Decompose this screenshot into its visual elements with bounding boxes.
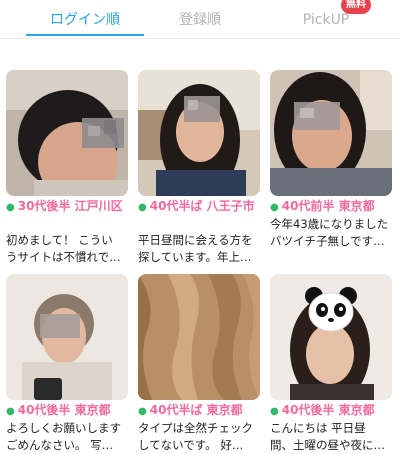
profile-photo[interactable] — [138, 70, 260, 196]
profile-photo[interactable] — [6, 274, 128, 400]
profile-bio-line: してないです。 好… — [138, 438, 244, 452]
active-tab-indicator — [26, 34, 144, 36]
profile-age-location: ● 30代後半 江戸川区 — [6, 199, 123, 213]
online-status-icon: ● — [270, 406, 279, 417]
tab-bar: ログイン順 登録順 PickUP 無料 — [0, 0, 400, 40]
tab-login-order[interactable]: ログイン順 — [26, 8, 144, 32]
profile-age-location: ● 40代半ば 東京都 — [138, 403, 243, 417]
profile-bio-line: 初めまして！ こうい — [6, 233, 113, 247]
profile-bio-line: ごめんなさい。 写… — [6, 438, 114, 452]
profile-bio-line: バツイチ子無しです… — [270, 234, 385, 248]
profile-bio-line: 今年43歳になりました — [270, 217, 389, 231]
profile-age-location: ● 40代半ば 八王子市 — [138, 199, 255, 213]
free-badge: 無料 — [341, 0, 371, 14]
online-status-icon: ● — [270, 202, 279, 213]
online-status-icon: ● — [138, 406, 147, 417]
profile-bio-line: よろしくお願いします — [6, 421, 121, 435]
profile-bio-line: 間、土曜の昼や夜に… — [270, 438, 385, 452]
profile-bio-line: 平日昼間に会える方を — [138, 233, 253, 247]
tab-divider — [0, 38, 400, 39]
tab-registration-order[interactable]: 登録順 — [150, 8, 250, 32]
profile-photo[interactable] — [270, 274, 392, 400]
profile-bio-line: こんにちは 平日昼 — [270, 421, 366, 435]
profile-photo[interactable] — [6, 70, 128, 196]
profile-photo[interactable] — [270, 70, 392, 196]
profile-bio-line: 探しています。年上… — [138, 250, 252, 264]
online-status-icon: ● — [138, 202, 147, 213]
profile-photo[interactable] — [138, 274, 260, 400]
profile-age-location: ● 40代前半 東京都 — [270, 199, 375, 213]
profile-age-location: ● 40代後半 東京都 — [6, 403, 111, 417]
online-status-icon: ● — [6, 406, 15, 417]
profile-bio-line: うサイトは不慣れで… — [6, 250, 121, 264]
online-status-icon: ● — [6, 202, 15, 213]
profile-age-location: ● 40代後半 東京都 — [270, 403, 375, 417]
profile-bio-line: タイプは全然チェック — [138, 421, 253, 435]
